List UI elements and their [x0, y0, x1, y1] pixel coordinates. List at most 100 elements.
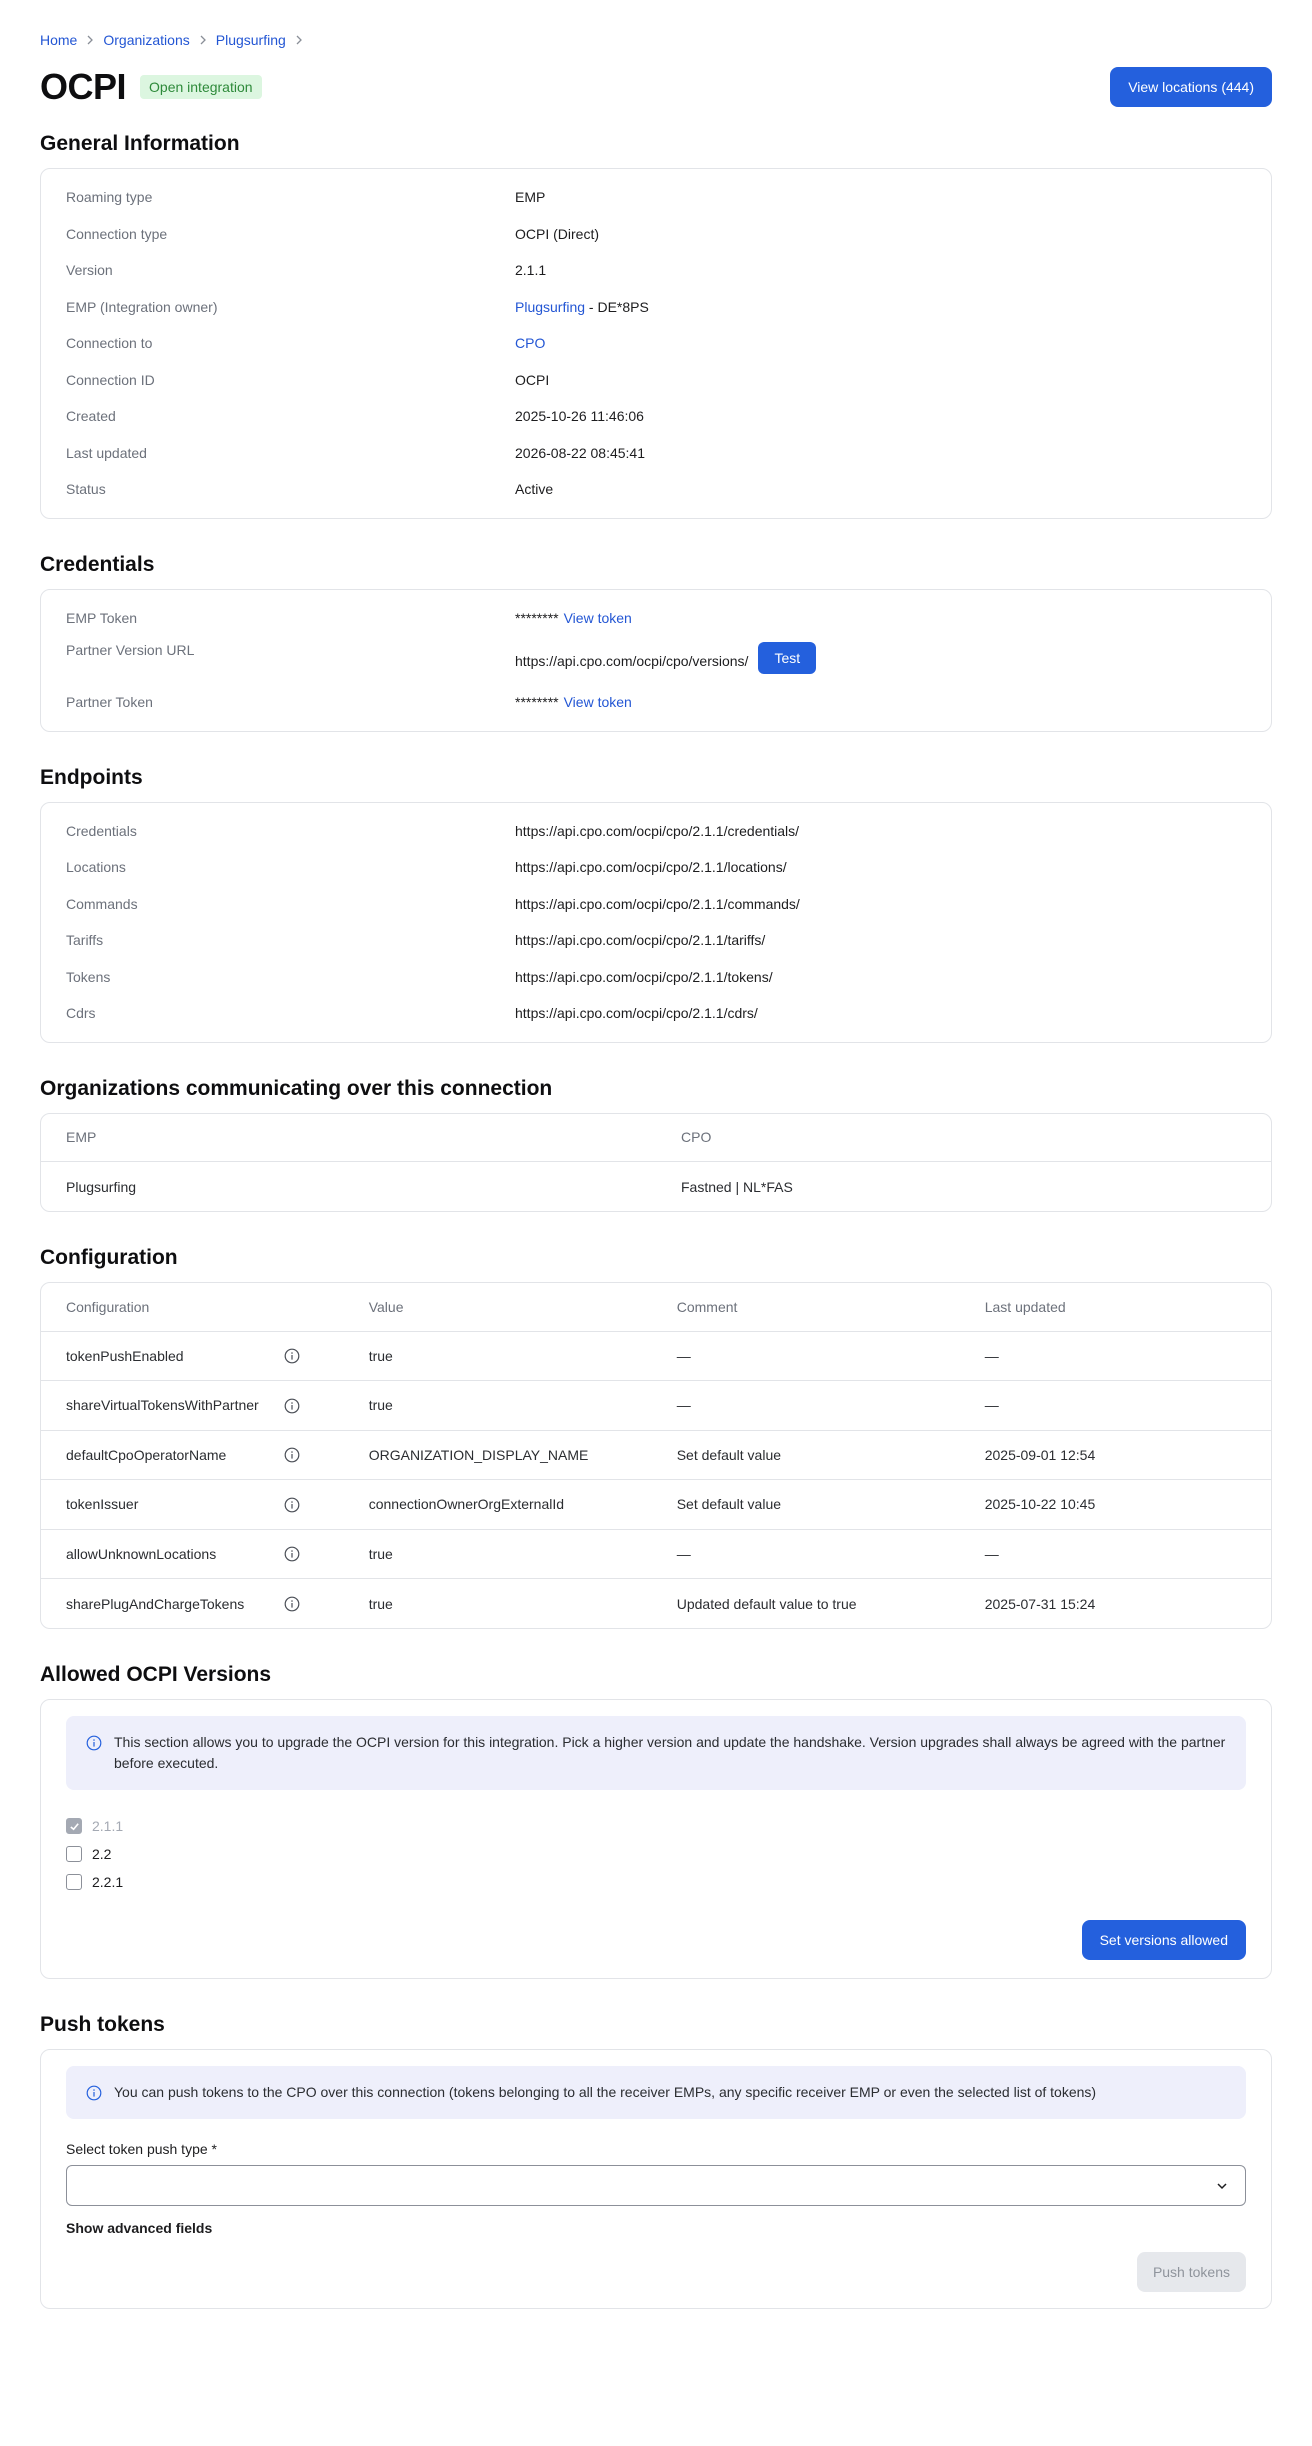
kv-label: Version [66, 262, 113, 279]
config-value: true [343, 1380, 652, 1430]
column-header-configuration: Configuration [66, 1298, 150, 1315]
push-tokens-actions: Push tokens [66, 2252, 1246, 2292]
push-tokens-button[interactable]: Push tokens [1136, 2252, 1246, 2292]
table-row: tokenPushEnabled true — — [41, 1330, 1271, 1381]
info-circle-icon[interactable] [284, 1398, 300, 1414]
org-emp-cell: Plugsurfing [41, 1161, 656, 1211]
endpoint-row-cdrs: Cdrs https://api.cpo.com/ocpi/cpo/2.1.1/… [66, 995, 1246, 1032]
kv-value: OCPI [515, 371, 550, 388]
breadcrumb: Home Organizations Plugsurfing [40, 28, 1272, 52]
connection-to-link[interactable]: CPO [515, 335, 545, 351]
config-last-updated: 2025-10-22 10:45 [959, 1479, 1271, 1529]
versions-info-box: This section allows you to upgrade the O… [66, 1716, 1246, 1790]
versions-actions: Set versions allowed [66, 1920, 1246, 1960]
config-comment: Updated default value to true [651, 1578, 960, 1628]
breadcrumb-organizations[interactable]: Organizations [103, 32, 189, 48]
endpoints-section: Endpoints Credentials https://api.cpo.co… [40, 766, 1272, 1043]
version-checkbox-2-2-1[interactable] [66, 1874, 82, 1890]
kv-value: ******** View token [515, 694, 632, 710]
table-row: allowUnknownLocations true — — [41, 1528, 1271, 1579]
push-tokens-info-box: You can push tokens to the CPO over this… [66, 2066, 1246, 2119]
configuration-card: Configuration Value Comment Last updated… [40, 1282, 1272, 1629]
kv-label: Created [66, 408, 116, 425]
config-name: sharePlugAndChargeTokens [41, 1578, 284, 1628]
view-partner-token-link[interactable]: View token [564, 694, 632, 710]
field-label-text: Select token push type [66, 2141, 208, 2157]
info-circle-icon[interactable] [284, 1348, 300, 1364]
page-title: OCPI [40, 66, 127, 107]
versions-checkbox-group: 2.1.1 2.2 2.2.1 [66, 1812, 1246, 1896]
endpoint-row-credentials: Credentials https://api.cpo.com/ocpi/cpo… [66, 813, 1246, 850]
column-header-info [284, 1283, 344, 1331]
section-title-push-tokens: Push tokens [40, 2013, 165, 2036]
push-tokens-card: You can push tokens to the CPO over this… [40, 2049, 1272, 2309]
chevron-down-icon [1217, 2182, 1227, 2189]
version-checkbox-2-1-1 [66, 1818, 82, 1834]
kv-label: EMP Token [66, 609, 138, 626]
kv-label: Commands [66, 895, 138, 912]
kv-value: https://api.cpo.com/ocpi/cpo/2.1.1/crede… [515, 822, 800, 839]
info-cell [283, 1380, 344, 1430]
allowed-versions-section: Allowed OCPI Versions This section allow… [40, 1663, 1272, 1979]
endpoint-row-tokens: Tokens https://api.cpo.com/ocpi/cpo/2.1.… [66, 959, 1246, 996]
info-circle-icon [86, 2085, 102, 2101]
kv-label: Tokens [66, 968, 111, 985]
table-row: defaultCpoOperatorName ORGANIZATION_DISP… [41, 1429, 1271, 1480]
kv-label: Locations [66, 859, 126, 876]
kv-label: Connection ID [66, 371, 155, 388]
column-header-emp: EMP [66, 1129, 97, 1146]
token-push-type-select[interactable] [66, 2165, 1246, 2206]
kv-value: EMP [515, 189, 546, 206]
info-circle-icon[interactable] [284, 1447, 300, 1463]
version-option-2-2[interactable]: 2.2 [66, 1840, 1246, 1868]
info-circle-icon[interactable] [284, 1497, 300, 1513]
partner-token-masked: ******** [515, 694, 559, 711]
breadcrumb-home[interactable]: Home [40, 32, 77, 48]
breadcrumb-plugsurfing[interactable]: Plugsurfing [216, 32, 286, 48]
chevron-right-icon [294, 35, 304, 45]
column-header-value: Value [368, 1298, 404, 1315]
show-advanced-fields-link[interactable]: Show advanced fields [66, 2220, 212, 2236]
emp-owner-link[interactable]: Plugsurfing [515, 299, 585, 315]
info-cell [283, 1429, 344, 1480]
config-comment: Set default value [651, 1479, 960, 1529]
version-label: 2.2 [92, 1846, 112, 1862]
push-tokens-info-text: You can push tokens to the CPO over this… [114, 2084, 1097, 2100]
version-option-2-2-1[interactable]: 2.2.1 [66, 1868, 1246, 1896]
configuration-table: Configuration Value Comment Last updated… [41, 1283, 1271, 1628]
credentials-section: Credentials EMP Token ******** View toke… [40, 553, 1272, 732]
section-title-credentials: Credentials [40, 552, 155, 576]
kv-label: Partner Version URL [66, 642, 195, 658]
config-last-updated: — [959, 1528, 1271, 1579]
kv-row-partner-token: Partner Token ******** View token [66, 684, 1246, 721]
view-emp-token-link[interactable]: View token [564, 610, 632, 626]
kv-label: Status [66, 481, 106, 498]
kv-value: Active [515, 481, 554, 498]
column-header-cpo: CPO [681, 1129, 712, 1146]
info-circle-icon[interactable] [284, 1596, 300, 1612]
table-row: tokenIssuer connectionOwnerOrgExternalId… [41, 1479, 1271, 1529]
kv-row-connection-type: Connection type OCPI (Direct) [66, 216, 1246, 253]
config-last-updated: — [959, 1380, 1271, 1430]
config-last-updated: — [959, 1330, 1271, 1381]
chevron-right-icon [85, 35, 95, 45]
config-last-updated: 2025-09-01 12:54 [959, 1429, 1271, 1480]
required-mark: * [211, 2141, 217, 2157]
general-information-card: Roaming type EMP Connection type OCPI (D… [40, 168, 1272, 519]
section-title-organizations: Organizations communicating over this co… [40, 1076, 553, 1100]
config-name: tokenIssuer [41, 1479, 284, 1529]
config-name: shareVirtualTokensWithPartner [41, 1380, 284, 1430]
info-circle-icon[interactable] [284, 1546, 300, 1562]
section-title-general: General Information [40, 132, 240, 155]
version-checkbox-2-2[interactable] [66, 1846, 82, 1862]
set-versions-allowed-button[interactable]: Set versions allowed [1081, 1920, 1246, 1960]
kv-value: https://api.cpo.com/ocpi/cpo/2.1.1/tarif… [515, 932, 766, 949]
endpoint-row-locations: Locations https://api.cpo.com/ocpi/cpo/2… [66, 849, 1246, 886]
chevron-right-icon [198, 35, 208, 45]
test-url-button[interactable]: Test [758, 642, 817, 674]
kv-value: CPO [515, 335, 545, 351]
kv-row-last-updated: Last updated 2026-08-22 08:45:41 [66, 435, 1246, 472]
view-locations-button[interactable]: View locations (444) [1110, 67, 1272, 107]
kv-label: Partner Token [66, 694, 153, 711]
kv-value: 2026-08-22 08:45:41 [515, 444, 645, 461]
